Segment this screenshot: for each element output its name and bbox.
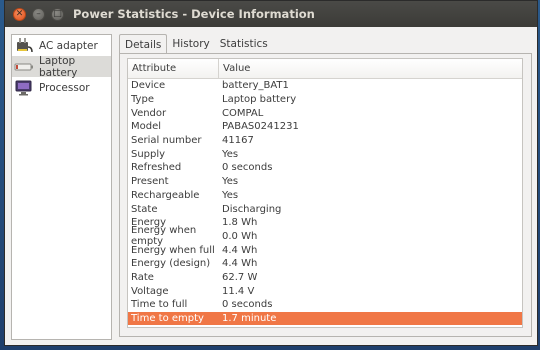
value-cell: Yes	[222, 189, 239, 201]
table-row[interactable]: Supply Yes	[128, 147, 522, 161]
value-cell: 11.4 V	[222, 285, 255, 297]
value-cell: 1.7 minute	[222, 313, 277, 325]
attribute-cell: Model	[131, 121, 162, 133]
table-row[interactable]: Type Laptop battery	[128, 93, 522, 107]
table-row[interactable]: Vendor COMPAL	[128, 106, 522, 120]
power-statistics-window: ✕ – □ Power Statistics - Device Informat…	[4, 0, 538, 346]
table-row[interactable]: Energy when full 4.4 Wh	[128, 243, 522, 257]
table-row[interactable]: State Discharging	[128, 202, 522, 216]
attribute-cell: Time to full	[131, 299, 188, 311]
value-cell: 1.8 Wh	[222, 217, 258, 229]
value-cell: COMPAL	[222, 107, 264, 119]
details-panel: Attribute Value Device battery_BAT1 Type L…	[119, 53, 532, 337]
table-row[interactable]: Voltage 11.4 V	[128, 284, 522, 298]
table-row[interactable]: Energy (design) 4.4 Wh	[128, 257, 522, 271]
table-row[interactable]: Time to full 0 seconds	[128, 298, 522, 312]
minimize-icon: –	[36, 8, 41, 19]
table-row[interactable]: Rate 62.7 W	[128, 271, 522, 285]
table-row[interactable]: Present Yes	[128, 175, 522, 189]
sidebar-item-laptop-battery[interactable]: Laptop battery	[12, 54, 111, 79]
column-header-attribute[interactable]: Attribute	[128, 59, 219, 78]
title-bar[interactable]: ✕ – □ Power Statistics - Device Informat…	[5, 1, 537, 27]
attribute-cell: Refreshed	[131, 162, 182, 174]
sidebar-item-ac-adapter[interactable]: AC adapter	[12, 35, 111, 56]
attribute-cell: Type	[131, 94, 154, 106]
value-cell: PABAS0241231	[222, 121, 299, 133]
value-cell: 62.7 W	[222, 271, 258, 283]
value-cell: 0.0 Wh	[222, 230, 258, 242]
table-header: Attribute Value	[128, 59, 522, 79]
value-cell: Discharging	[222, 203, 282, 215]
attribute-cell: Energy when full	[131, 244, 215, 256]
ac-adapter-icon	[14, 36, 34, 56]
processor-icon	[14, 78, 34, 98]
tab-history[interactable]: History	[167, 34, 214, 54]
window-title: Power Statistics - Device Information	[73, 7, 315, 21]
value-cell: 4.4 Wh	[222, 244, 258, 256]
attribute-cell: Time to empty	[131, 313, 204, 325]
sidebar-item-processor[interactable]: Processor	[12, 77, 111, 98]
value-cell: 4.4 Wh	[222, 258, 258, 270]
column-header-value[interactable]: Value	[219, 63, 250, 74]
attribute-cell: Vendor	[131, 107, 167, 119]
value-cell: Yes	[222, 148, 239, 160]
tab-bar: Details History Statistics	[119, 34, 273, 54]
table-row-selected[interactable]: Time to empty 1.7 minute	[128, 311, 522, 326]
value-cell: battery_BAT1	[222, 80, 289, 92]
attribute-cell: Rate	[131, 271, 154, 283]
device-list: AC adapter Laptop battery Processor	[11, 34, 112, 340]
sidebar-item-label: Processor	[39, 81, 90, 94]
table-row[interactable]: Energy when empty 0.0 Wh	[128, 225, 522, 247]
attribute-cell: Present	[131, 176, 169, 188]
attribute-cell: Serial number	[131, 135, 202, 147]
tab-statistics[interactable]: Statistics	[215, 34, 273, 54]
value-cell: 0 seconds	[222, 162, 273, 174]
table-row[interactable]: Rechargeable Yes	[128, 189, 522, 203]
attribute-cell: Energy (design)	[131, 258, 211, 270]
sidebar-item-label: AC adapter	[39, 39, 98, 52]
maximize-button[interactable]: □	[51, 7, 64, 21]
value-cell: 41167	[222, 135, 254, 147]
attribute-cell: Rechargeable	[131, 189, 200, 201]
value-cell: 0 seconds	[222, 299, 273, 311]
attribute-cell: Voltage	[131, 285, 169, 297]
table-row[interactable]: Model PABAS0241231	[128, 120, 522, 134]
attribute-cell: Device	[131, 80, 166, 92]
tab-details[interactable]: Details	[119, 34, 168, 54]
table-row[interactable]: Device battery_BAT1	[128, 79, 522, 93]
table-body: Device battery_BAT1 Type Laptop battery Ve…	[128, 79, 522, 326]
maximize-icon: □	[53, 8, 62, 19]
close-button[interactable]: ✕	[13, 7, 26, 21]
attribute-cell: State	[131, 203, 158, 215]
value-cell: Laptop battery	[222, 94, 297, 106]
device-info-table: Attribute Value Device battery_BAT1 Type L…	[127, 58, 523, 328]
value-cell: Yes	[222, 176, 239, 188]
table-row[interactable]: Refreshed 0 seconds	[128, 161, 522, 175]
minimize-button[interactable]: –	[32, 7, 45, 21]
close-icon: ✕	[15, 8, 24, 19]
table-row[interactable]: Serial number 41167	[128, 134, 522, 148]
attribute-cell: Supply	[131, 148, 166, 160]
battery-icon	[14, 57, 34, 77]
sidebar-item-label: Laptop battery	[39, 54, 78, 79]
